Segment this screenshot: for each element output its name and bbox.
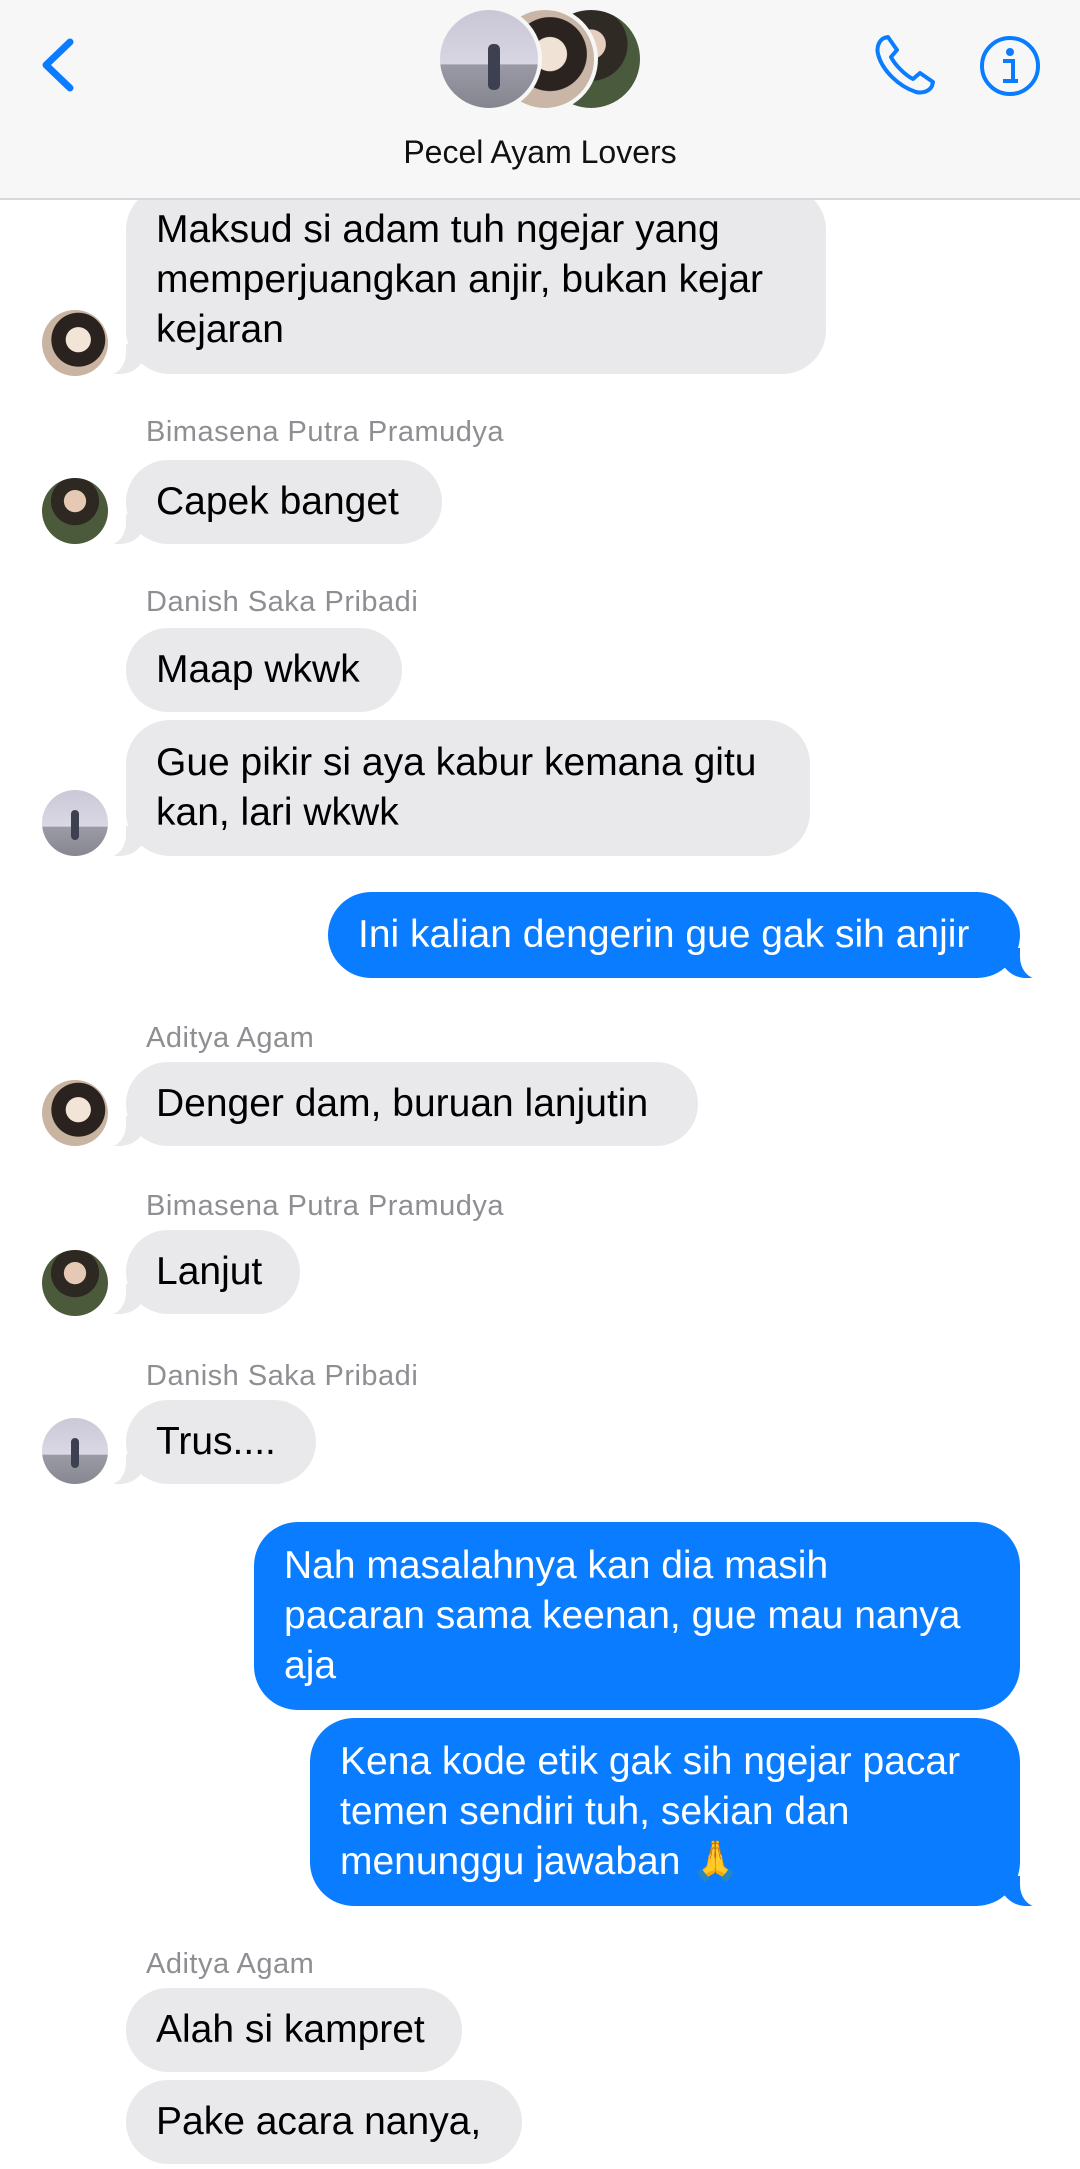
avatar[interactable] [42, 1250, 108, 1316]
message-bubble[interactable]: Denger dam, buruan lanjutin [98, 1062, 698, 1147]
group-avatar[interactable] [436, 6, 646, 112]
page-title[interactable]: Pecel Ayam Lovers [0, 134, 1080, 171]
message-text: Ini kalian dengerin gue gak sih anjir [358, 913, 970, 956]
message-list[interactable]: Maksud si adam tuh ngejar yang memperjua… [0, 0, 1080, 2169]
message-bubble[interactable]: Maksud si adam tuh ngejar yang memperjua… [98, 186, 826, 375]
avatar[interactable] [42, 478, 108, 544]
message-bubble[interactable]: Alah si kampret [126, 1988, 462, 2072]
sender-name: Bimasena Putra Pramudya [146, 1190, 505, 1222]
message-bubble[interactable]: Nah masalahnya kan dia masih pacaran sam… [254, 1522, 1020, 1710]
info-icon [980, 36, 1040, 96]
member-avatar [436, 6, 542, 112]
avatar[interactable] [42, 790, 108, 856]
back-button[interactable] [30, 30, 90, 100]
message-bubble[interactable]: Maap wkwk [126, 628, 402, 712]
message-text: Nah masalahnya kan dia masih pacaran sam… [284, 1544, 961, 1687]
message-text: Maap wkwk [156, 648, 360, 691]
avatar[interactable] [42, 1418, 108, 1484]
message-bubble[interactable]: Capek banget [98, 460, 442, 545]
message-text: Lanjut [156, 1250, 263, 1293]
info-button[interactable] [978, 34, 1042, 98]
call-button[interactable] [870, 30, 940, 100]
message-text: Alah si kampret [156, 2008, 425, 2051]
sender-name: Aditya Agam [146, 1022, 315, 1054]
message-text: Capek banget [156, 480, 399, 523]
message-bubble[interactable]: Gue pikir si aya kabur kemana gitu kan, … [98, 720, 810, 857]
message-text: Kena kode etik gak sih ngejar pacar teme… [340, 1740, 961, 1883]
message-text: Trus.... [156, 1420, 276, 1463]
message-text: Pake acara nanya, [156, 2100, 482, 2143]
phone-icon [875, 35, 935, 95]
avatar[interactable] [42, 1080, 108, 1146]
chat-header: Pecel Ayam Lovers [0, 0, 1080, 200]
message-bubble[interactable]: Pake acara nanya, [126, 2080, 522, 2164]
message-bubble[interactable]: Kena kode etik gak sih ngejar pacar teme… [310, 1718, 1048, 1907]
message-bubble[interactable]: Trus.... [98, 1400, 316, 1485]
chevron-left-icon [42, 38, 74, 92]
sender-name: Bimasena Putra Pramudya [146, 416, 505, 448]
message-text: Denger dam, buruan lanjutin [156, 1082, 649, 1125]
sender-name: Aditya Agam [146, 1948, 315, 1980]
sender-name: Danish Saka Pribadi [146, 586, 419, 618]
message-bubble[interactable]: Ini kalian dengerin gue gak sih anjir [328, 892, 1048, 979]
message-text: Maksud si adam tuh ngejar yang memperjua… [156, 208, 764, 351]
avatar[interactable] [42, 310, 108, 376]
sender-name: Danish Saka Pribadi [146, 1360, 419, 1392]
message-text: Gue pikir si aya kabur kemana gitu kan, … [156, 741, 757, 834]
message-bubble[interactable]: Lanjut [98, 1230, 300, 1315]
